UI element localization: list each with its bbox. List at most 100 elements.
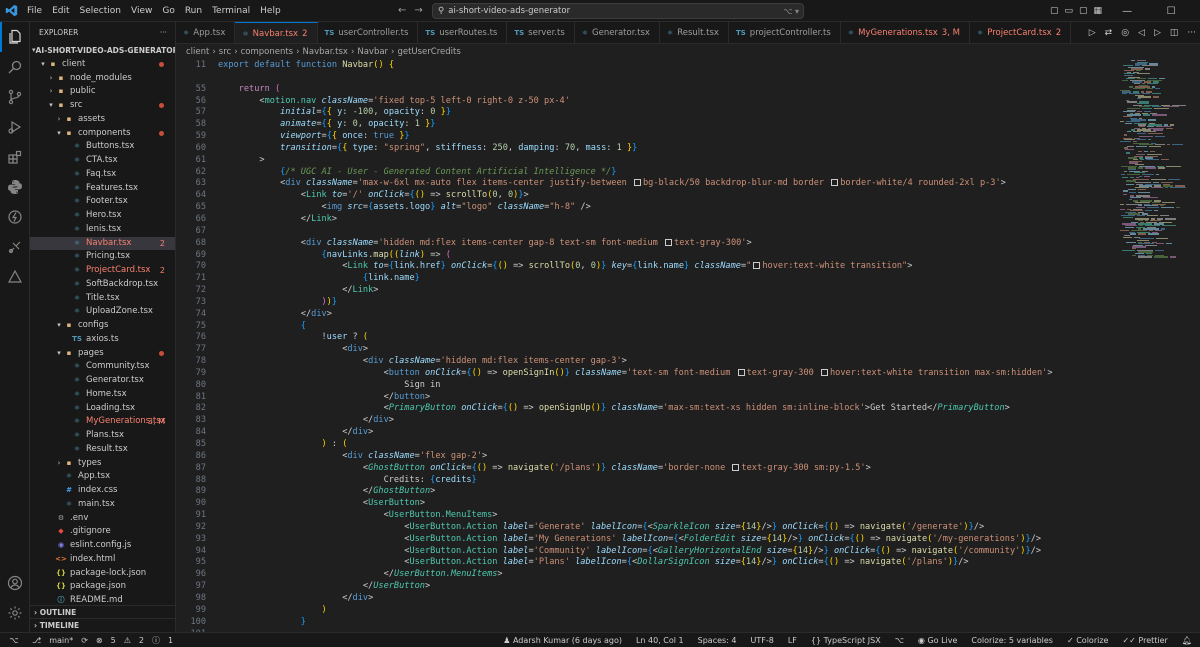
menu-terminal[interactable]: Terminal <box>207 0 255 22</box>
tab-projectcontroller-ts[interactable]: TS projectController.ts <box>729 22 841 43</box>
command-center[interactable]: ⚲ ai-short-video-ads-generator ⌥ ▾ <box>432 3 804 19</box>
code-line[interactable]: 58 animate={{ y: 0, opacity: 1 }} <box>176 119 1116 131</box>
code-line[interactable]: 81 </button> <box>176 392 1116 404</box>
file-row[interactable]: ⚛ main.tsx <box>30 498 175 512</box>
code-line[interactable]: 70 <Link to={link.href} onClick={() => s… <box>176 261 1116 273</box>
code-line[interactable]: 86 <div className='flex gap-2'> <box>176 451 1116 463</box>
file-row[interactable]: ⚛ Navbar.tsx 2 <box>30 236 175 251</box>
file-row[interactable]: ⚛ Home.tsx <box>30 388 175 402</box>
menu-file[interactable]: File <box>22 0 47 22</box>
code-line[interactable]: 57 initial={{ y: -100, opacity: 0 }} <box>176 107 1116 119</box>
menu-view[interactable]: View <box>126 0 157 22</box>
colorize[interactable]: ✓ Colorize <box>1067 636 1108 645</box>
code-line[interactable] <box>176 72 1116 84</box>
file-row[interactable]: {} package-lock.json <box>30 567 175 581</box>
code-line[interactable]: 94 <UserButton.Action label='Community' … <box>176 546 1116 558</box>
thunder-client-icon[interactable] <box>0 202 30 232</box>
file-row[interactable]: ⚛ Result.tsx <box>30 443 175 457</box>
breadcrumb-item[interactable]: Navbar.tsx <box>303 44 348 60</box>
code-line[interactable]: 98 </div> <box>176 593 1116 605</box>
tab-result-tsx[interactable]: ⚛ Result.tsx <box>660 22 729 43</box>
folder-row[interactable]: ▾ ▪ src <box>30 99 175 113</box>
code-line[interactable]: 97 </UserButton> <box>176 581 1116 593</box>
copilot-status-icon[interactable]: ⌥ <box>895 636 904 645</box>
file-row[interactable]: # index.css <box>30 484 175 498</box>
folder-row[interactable]: › ▪ assets <box>30 113 175 127</box>
file-row[interactable]: ⚛ Features.tsx <box>30 182 175 196</box>
go-live[interactable]: ◉ Go Live <box>918 636 958 645</box>
run-icon[interactable]: ▷ <box>1089 28 1096 38</box>
code-line[interactable]: 80 Sign in <box>176 380 1116 392</box>
file-row[interactable]: ⚛ ProjectCard.tsx 2 <box>30 264 175 278</box>
copilot-icon[interactable]: ⌥ ▾ <box>783 7 799 16</box>
cursor-position[interactable]: Ln 40, Col 1 <box>636 636 684 645</box>
code-line[interactable]: 79 <button onClick={() => openSignIn()} … <box>176 368 1116 380</box>
menu-edit[interactable]: Edit <box>47 0 74 22</box>
compare-icon[interactable]: ⇄ <box>1105 28 1113 38</box>
python-icon[interactable] <box>0 172 30 202</box>
code-line[interactable]: 11 export default function Navbar() { <box>176 60 1116 72</box>
file-row[interactable]: ⚛ lenis.tsx <box>30 223 175 237</box>
code-line[interactable]: 90 <UserButton> <box>176 498 1116 510</box>
file-row[interactable]: ⚛ Plans.tsx <box>30 429 175 443</box>
code-line[interactable]: 73 ))} <box>176 297 1116 309</box>
workspace-root[interactable]: ▾ AI-SHORT-VIDEO-ADS-GENERATOR <box>30 44 175 58</box>
tab-app-tsx[interactable]: ⚛ App.tsx <box>176 22 236 43</box>
file-row[interactable]: ⚛ UploadZone.tsx <box>30 305 175 319</box>
code-line[interactable]: 56 <motion.nav className='fixed top-5 le… <box>176 96 1116 108</box>
file-row[interactable]: TS axios.ts <box>30 333 175 347</box>
folder-row[interactable]: ▾ ▪ components <box>30 127 175 141</box>
folder-row[interactable]: › ▪ node_modules <box>30 72 175 86</box>
menu-selection[interactable]: Selection <box>75 0 126 22</box>
code-line[interactable]: 89 </GhostButton> <box>176 486 1116 498</box>
code-line[interactable]: 75 { <box>176 321 1116 333</box>
error-count[interactable]: 5 <box>111 636 116 645</box>
layout-icon[interactable]: ▦ <box>1094 6 1103 16</box>
split-editor-icon[interactable]: ◫ <box>1170 28 1179 38</box>
run-debug-icon[interactable] <box>0 112 30 142</box>
file-row[interactable]: <> index.html <box>30 553 175 567</box>
code-line[interactable]: 55 return ( <box>176 84 1116 96</box>
folder-row[interactable]: ▾ ▪ pages <box>30 347 175 361</box>
code-line[interactable]: 77 <div> <box>176 344 1116 356</box>
toggle-panel-icon[interactable]: ▭ <box>1065 6 1074 16</box>
file-row[interactable]: ⚛ Buttons.tsx <box>30 140 175 154</box>
code-line[interactable]: 78 <div className='hidden md:flex items-… <box>176 356 1116 368</box>
more-actions-icon[interactable]: ··· <box>160 22 167 44</box>
file-row[interactable]: ⚛ Faq.tsx <box>30 168 175 182</box>
toggle-sidebar-icon[interactable]: ▢ <box>1050 6 1059 16</box>
breadcrumb-item[interactable]: Navbar <box>357 44 388 60</box>
code-line[interactable]: 85 ) : ( <box>176 439 1116 451</box>
code-line[interactable]: 62 {/* UGC AI - User - Generated Content… <box>176 167 1116 179</box>
code-line[interactable]: 67 <box>176 226 1116 238</box>
code-line[interactable]: 64 <Link to='/' onClick={() => scrollTo(… <box>176 190 1116 202</box>
back-arrow-icon[interactable]: ← <box>398 5 406 16</box>
tab-server-ts[interactable]: TS server.ts <box>507 22 575 43</box>
file-row[interactable]: ⚛ Title.tsx <box>30 292 175 306</box>
file-row[interactable]: ⚛ Footer.tsx <box>30 195 175 209</box>
file-row[interactable]: ⚙ .env <box>30 512 175 526</box>
encoding[interactable]: UTF-8 <box>751 636 774 645</box>
indentation[interactable]: Spaces: 4 <box>698 636 737 645</box>
source-control-icon[interactable] <box>0 82 30 112</box>
remote-icon[interactable]: ⌥ <box>4 633 24 647</box>
folder-row[interactable]: ▾ ▪ client <box>30 58 175 72</box>
file-row[interactable]: ◆ .gitignore <box>30 525 175 539</box>
file-row[interactable]: ⚛ SoftBackdrop.tsx <box>30 278 175 292</box>
code-line[interactable]: 95 <UserButton.Action label='Plans' labe… <box>176 557 1116 569</box>
tab-projectcard-tsx[interactable]: ⚛ ProjectCard.tsx 2 <box>970 22 1072 43</box>
code-line[interactable]: 66 </Link> <box>176 214 1116 226</box>
menu-run[interactable]: Run <box>180 0 207 22</box>
file-row[interactable]: {} package.json <box>30 580 175 594</box>
outline-section[interactable]: › OUTLINE <box>30 605 175 618</box>
file-row[interactable]: ⚛ Pricing.tsx <box>30 250 175 264</box>
code-editor[interactable]: 11 export default function Navbar() { 55 r… <box>176 60 1116 632</box>
code-line[interactable]: 96 </UserButton.MenuItems> <box>176 569 1116 581</box>
file-row[interactable]: ◉ eslint.config.js <box>30 539 175 553</box>
git-blame[interactable]: ♟ Adarsh Kumar (6 days ago) <box>503 636 622 645</box>
code-line[interactable]: 76 !user ? ( <box>176 332 1116 344</box>
info-count[interactable]: 1 <box>168 636 173 645</box>
search-icon[interactable] <box>0 52 30 82</box>
breadcrumb-item[interactable]: getUserCredits <box>397 44 460 60</box>
file-row[interactable]: ⚛ Generator.tsx <box>30 374 175 388</box>
